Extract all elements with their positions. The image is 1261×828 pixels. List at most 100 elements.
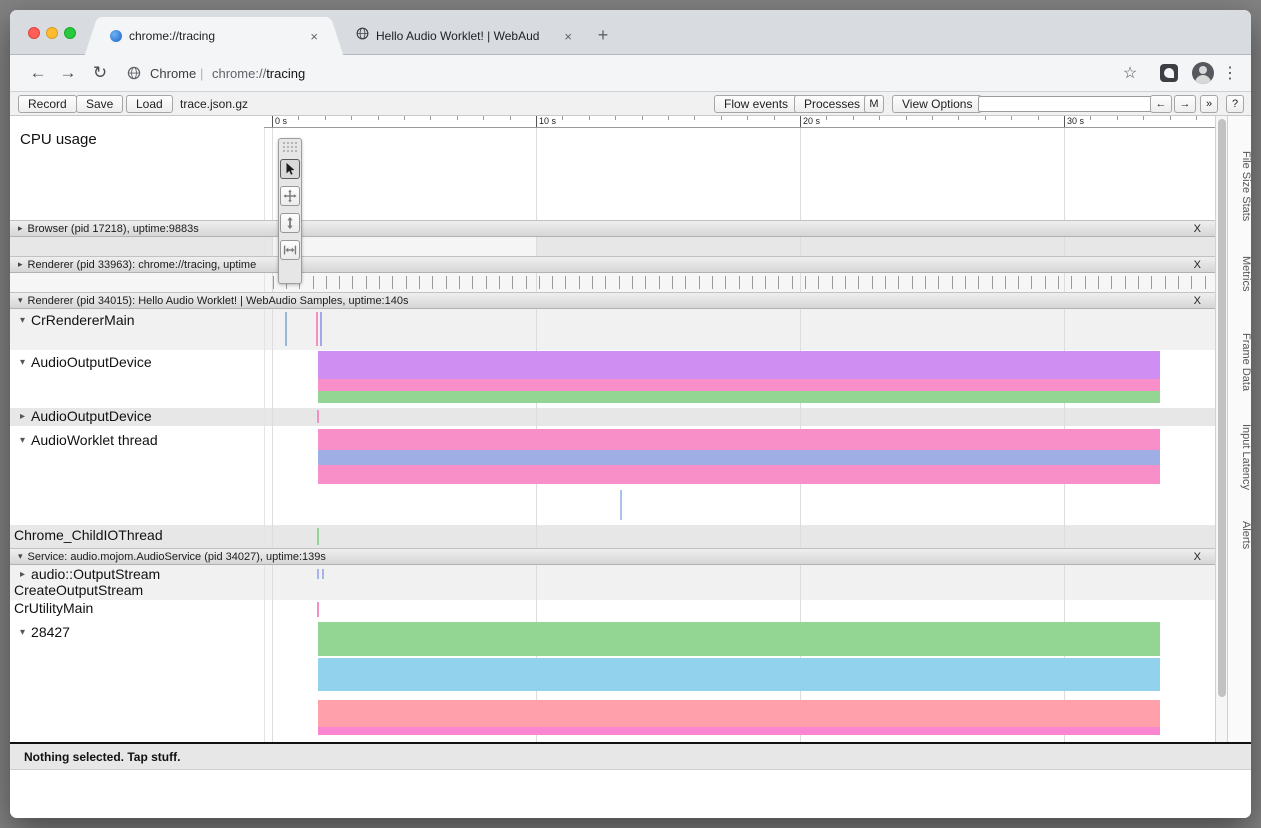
cr-renderer-main-canvas[interactable] <box>264 309 1215 350</box>
help-button[interactable]: ? <box>1226 95 1244 113</box>
extension-icon[interactable] <box>1160 64 1178 82</box>
slice-bar-pink[interactable] <box>318 429 1160 450</box>
audio-worklet-track[interactable]: ▾ AudioWorklet thread <box>10 426 1215 525</box>
zoom-window-button[interactable] <box>64 27 76 39</box>
collapse-arrow-icon[interactable]: ▸ <box>18 223 23 234</box>
process-header-label: Browser (pid 17218), uptime:9883s <box>28 223 199 235</box>
view-options-button[interactable]: View Options <box>892 95 982 113</box>
tab-close-icon[interactable]: × <box>310 30 318 43</box>
slice-bar-pink[interactable] <box>318 465 1160 484</box>
cpu-usage-track[interactable]: CPU usage <box>10 128 1215 220</box>
metrics-button[interactable]: M <box>864 95 884 113</box>
pid-28427-canvas[interactable] <box>264 618 1215 742</box>
zoom-horizontal-tool-button[interactable] <box>280 240 300 260</box>
browser-track[interactable] <box>10 237 1215 256</box>
slice-bar-purple[interactable] <box>318 351 1160 379</box>
collapse-arrow-icon[interactable]: ▸ <box>20 569 25 580</box>
expand-arrow-icon[interactable]: ▾ <box>18 551 23 562</box>
timeline-view[interactable]: CPU usage ▸ Browser (pid 17218), uptime:… <box>10 116 1251 742</box>
output-stream-track[interactable]: ▸ audio::OutputStream CreateOutputStream <box>10 565 1215 600</box>
slice-bar-periwinkle[interactable] <box>318 450 1160 465</box>
side-tab-file-size-stats[interactable]: File Size Stats <box>1228 138 1251 234</box>
audio-output-device-track-collapsed[interactable]: ▸ AudioOutputDevice <box>10 408 1215 426</box>
page-info-icon[interactable] <box>124 55 144 91</box>
address-url[interactable]: chrome://tracing <box>212 55 305 91</box>
audio-output-device-collapsed-canvas[interactable] <box>264 408 1215 426</box>
audio-output-device-canvas[interactable] <box>264 350 1215 408</box>
palette-grip[interactable] <box>282 141 298 152</box>
slice-bar-green[interactable] <box>318 622 1160 656</box>
pid-28427-track[interactable]: ▾ 28427 <box>10 618 1215 742</box>
bookmark-star-icon[interactable]: ☆ <box>1118 55 1142 91</box>
analysis-status: Nothing selected. Tap stuff. <box>10 744 1251 770</box>
expand-arrow-icon[interactable]: ▾ <box>20 435 25 446</box>
processes-button[interactable]: Processes <box>794 95 870 113</box>
avatar-head <box>1199 66 1207 74</box>
cr-utility-main-track[interactable]: CrUtilityMain <box>10 600 1215 618</box>
slice-bar-salmon[interactable] <box>318 700 1160 727</box>
flow-events-button[interactable]: Flow events <box>714 95 798 113</box>
chrome-child-io-track[interactable]: Chrome_ChildIOThread <box>10 525 1215 548</box>
save-button[interactable]: Save <box>76 95 123 113</box>
close-track-button[interactable]: X <box>1194 551 1201 563</box>
output-stream-canvas[interactable] <box>264 565 1215 600</box>
process-header-audio-service[interactable]: ▾ Service: audio.mojom.AudioService (pid… <box>10 548 1215 565</box>
audio-worklet-canvas[interactable] <box>264 426 1215 525</box>
new-tab-button[interactable]: + <box>590 22 616 48</box>
slice-bar-pink[interactable] <box>318 379 1160 391</box>
side-tab-input-latency[interactable]: Input Latency <box>1228 414 1251 500</box>
pan-tool-button[interactable] <box>280 186 300 206</box>
close-track-button[interactable]: X <box>1194 295 1201 307</box>
collapse-arrow-icon[interactable]: ▸ <box>18 259 23 270</box>
more-button[interactable]: » <box>1200 95 1218 113</box>
thread-label: Chrome_ChildIOThread <box>14 527 163 543</box>
process-header-renderer-audio[interactable]: ▾ Renderer (pid 34015): Hello Audio Work… <box>10 292 1215 309</box>
load-button[interactable]: Load <box>126 95 173 113</box>
cr-utility-main-canvas[interactable] <box>264 600 1215 618</box>
slice-bar-green[interactable] <box>318 391 1160 403</box>
side-tab-alerts[interactable]: Alerts <box>1228 510 1251 560</box>
expand-arrow-icon[interactable]: ▾ <box>20 315 25 326</box>
close-window-button[interactable] <box>28 27 40 39</box>
audio-output-device-track[interactable]: ▾ AudioOutputDevice <box>10 350 1215 408</box>
browser-track-canvas[interactable] <box>264 237 1215 256</box>
reload-icon[interactable]: ↻ <box>88 55 112 91</box>
time-ruler[interactable]: 0 s10 s20 s30 s <box>264 116 1215 128</box>
process-header-label: Renderer (pid 33963): chrome://tracing, … <box>28 259 257 271</box>
find-next-button[interactable]: → <box>1174 95 1196 113</box>
collapse-arrow-icon[interactable]: ▸ <box>20 411 25 422</box>
thread-label-line2: CreateOutputStream <box>14 582 143 598</box>
tab-audio-worklet[interactable]: Hello Audio Worklet! | WebAud × <box>348 17 580 55</box>
forward-icon[interactable]: → <box>56 55 80 91</box>
slice-bar-hotpink[interactable] <box>318 727 1160 735</box>
record-button[interactable]: Record <box>18 95 77 113</box>
vertical-scrollbar[interactable] <box>1215 116 1227 742</box>
slice-bar-lightblue[interactable] <box>318 658 1160 691</box>
side-tab-metrics[interactable]: Metrics <box>1228 244 1251 304</box>
find-prev-button[interactable]: ← <box>1150 95 1172 113</box>
chrome-child-io-canvas[interactable] <box>264 525 1215 548</box>
zoom-vertical-tool-button[interactable] <box>280 213 300 233</box>
expand-arrow-icon[interactable]: ▾ <box>20 357 25 368</box>
menu-dots-icon[interactable]: ⋮ <box>1218 55 1242 91</box>
tab-tracing[interactable]: chrome://tracing × <box>100 17 328 55</box>
close-track-button[interactable]: X <box>1194 259 1201 271</box>
tab-close-icon[interactable]: × <box>564 30 572 43</box>
renderer-tracing-canvas[interactable] <box>264 273 1215 292</box>
profile-avatar[interactable] <box>1192 62 1214 84</box>
expand-arrow-icon[interactable]: ▾ <box>18 295 23 306</box>
side-tab-frame-data[interactable]: Frame Data <box>1228 324 1251 400</box>
minimize-window-button[interactable] <box>46 27 58 39</box>
url-host: tracing <box>266 66 305 81</box>
cr-renderer-main-track[interactable]: ▾ CrRendererMain <box>10 309 1215 350</box>
scrollbar-thumb[interactable] <box>1218 119 1226 697</box>
select-tool-button[interactable] <box>280 159 300 179</box>
side-tab-strip: File Size Stats Metrics Frame Data Input… <box>1227 116 1251 742</box>
close-track-button[interactable]: X <box>1194 223 1201 235</box>
process-header-renderer-tracing[interactable]: ▸ Renderer (pid 33963): chrome://tracing… <box>10 256 1215 273</box>
process-header-browser[interactable]: ▸ Browser (pid 17218), uptime:9883s X <box>10 220 1215 237</box>
renderer-tracing-track[interactable] <box>10 273 1215 292</box>
back-icon[interactable]: ← <box>26 55 50 91</box>
expand-arrow-icon[interactable]: ▾ <box>20 627 25 638</box>
find-input[interactable] <box>978 96 1152 112</box>
